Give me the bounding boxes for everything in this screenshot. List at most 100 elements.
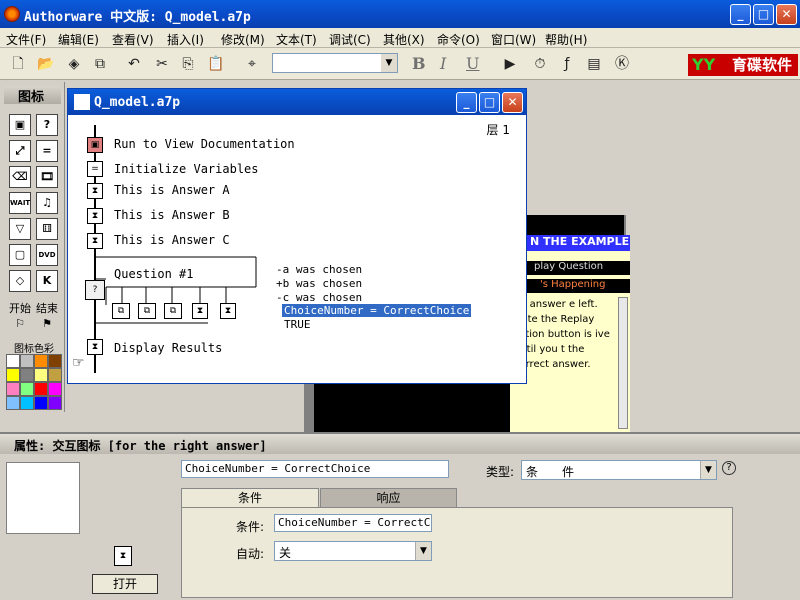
menu-insert[interactable]: 插入(I) xyxy=(167,31,204,48)
menu-edit[interactable]: 编辑(E) xyxy=(58,31,99,48)
undo-icon[interactable]: ↶ xyxy=(124,54,144,74)
video-icon[interactable]: ⚅ xyxy=(36,218,58,240)
replay-question-button[interactable]: play Question xyxy=(510,261,630,275)
flowline-maximize-button[interactable]: □ xyxy=(479,92,500,113)
display-icon[interactable]: ▣ xyxy=(9,114,31,136)
response-map-node[interactable]: ⧉ xyxy=(112,303,130,319)
underline-button[interactable]: U xyxy=(466,54,479,73)
color-swatch[interactable] xyxy=(20,354,34,368)
properties-title[interactable]: 属性: 交互图标 [for the right answer] xyxy=(0,434,800,454)
map-node[interactable]: ⧗ xyxy=(87,339,103,355)
calculation-node[interactable]: = xyxy=(87,161,103,177)
color-swatch[interactable] xyxy=(6,368,20,382)
chevron-down-icon[interactable]: ▼ xyxy=(700,461,716,479)
knowledge-object-icon[interactable]: K xyxy=(36,270,58,292)
color-swatch[interactable] xyxy=(34,382,48,396)
menu-window[interactable]: 窗口(W) xyxy=(491,31,536,48)
wait-icon[interactable]: WAIT xyxy=(9,192,31,214)
presentation-scrollbar[interactable] xyxy=(618,297,628,429)
app-title: Authorware 中文版: Q_model.a7p xyxy=(24,10,251,25)
color-swatch[interactable] xyxy=(6,382,20,396)
menu-command[interactable]: 命令(O) xyxy=(437,31,480,48)
find-icon[interactable]: ⌖ xyxy=(242,54,262,74)
layer-indicator: 层 1 xyxy=(486,123,510,137)
restart-icon[interactable]: ⏱ xyxy=(530,54,550,74)
motion-icon[interactable]: ⤢ xyxy=(9,140,31,162)
response-type-value: 条 件 xyxy=(526,465,575,479)
cut-icon[interactable]: ✂ xyxy=(152,54,172,74)
map-node[interactable]: ⧗ xyxy=(87,183,103,199)
color-swatch[interactable] xyxy=(6,396,20,410)
color-swatch[interactable] xyxy=(48,396,62,410)
node-label: This is Answer B xyxy=(114,208,230,222)
flowline-close-button[interactable]: ✕ xyxy=(502,92,523,113)
decision-icon[interactable]: ◇ xyxy=(9,270,31,292)
condition-field[interactable]: ChoiceNumber = CorrectChoi xyxy=(274,514,432,532)
menu-file[interactable]: 文件(F) xyxy=(6,31,46,48)
interaction-icon[interactable]: ? xyxy=(36,114,58,136)
response-map-node[interactable]: ⧗ xyxy=(220,303,236,319)
response-type-select[interactable]: 条 件 ▼ xyxy=(521,460,717,480)
flowline-canvas[interactable]: 层 1 ▣ Run to View Documentation = Initia… xyxy=(68,115,526,383)
new-icon[interactable]: 🗋 xyxy=(8,54,28,74)
color-swatch[interactable] xyxy=(20,368,34,382)
navigate-icon[interactable]: ▽ xyxy=(9,218,31,240)
calculation-icon[interactable]: = xyxy=(36,140,58,162)
sound-icon[interactable]: ♫ xyxy=(36,192,58,214)
color-swatch[interactable] xyxy=(48,382,62,396)
color-swatch[interactable] xyxy=(34,354,48,368)
help-icon[interactable]: ? xyxy=(722,461,736,475)
chevron-down-icon[interactable]: ▼ xyxy=(381,54,397,72)
variables-icon[interactable]: ▤ xyxy=(584,54,604,74)
movie-icon[interactable]: 🎞 xyxy=(36,166,58,188)
response-name-field[interactable]: ChoiceNumber = CorrectChoice xyxy=(181,460,449,478)
auto-select[interactable]: 关 ▼ xyxy=(274,541,432,561)
framework-icon[interactable]: ▢ xyxy=(9,244,31,266)
italic-button[interactable]: I xyxy=(440,54,446,73)
map-node[interactable]: ⧗ xyxy=(87,233,103,249)
flowline-minimize-button[interactable]: _ xyxy=(456,92,477,113)
import-icon[interactable]: ⧉ xyxy=(90,54,110,74)
open-button[interactable]: 打开 xyxy=(92,574,158,594)
menu-modify[interactable]: 修改(M) xyxy=(221,31,265,48)
dvd-icon[interactable]: DVD xyxy=(36,244,58,266)
menu-other[interactable]: 其他(X) xyxy=(383,31,425,48)
minimize-button[interactable]: _ xyxy=(730,4,751,25)
play-icon[interactable]: ▶ xyxy=(500,54,520,74)
open-icon[interactable]: 📂 xyxy=(36,54,56,74)
close-button[interactable]: ✕ xyxy=(776,4,797,25)
color-swatch[interactable] xyxy=(20,396,34,410)
font-style-combo[interactable]: ▼ xyxy=(272,53,398,73)
color-swatch[interactable] xyxy=(6,354,20,368)
response-map-node[interactable]: ⧉ xyxy=(138,303,156,319)
response-label-selected[interactable]: ChoiceNumber = CorrectChoice xyxy=(282,304,472,317)
color-swatch[interactable] xyxy=(48,368,62,382)
start-flag-icon[interactable]: ⚐ xyxy=(9,314,31,336)
save-all-icon[interactable]: ◈ xyxy=(64,54,84,74)
color-swatch[interactable] xyxy=(34,396,48,410)
paste-icon[interactable]: 📋 xyxy=(206,54,226,74)
response-map-node-selected[interactable]: ⧗ xyxy=(192,303,208,319)
color-swatch[interactable] xyxy=(34,368,48,382)
menu-view[interactable]: 查看(V) xyxy=(112,31,154,48)
flowline-title: Q_model.a7p xyxy=(94,95,181,110)
tab-response[interactable]: 响应 xyxy=(320,488,457,508)
display-node[interactable]: ▣ xyxy=(87,137,103,153)
menu-help[interactable]: 帮助(H) xyxy=(545,31,587,48)
ko-icon[interactable]: Ⓚ xyxy=(612,54,632,74)
authorware-app-icon[interactable] xyxy=(4,6,20,22)
map-node[interactable]: ⧗ xyxy=(87,208,103,224)
erase-icon[interactable]: ⌫ xyxy=(9,166,31,188)
menu-debug[interactable]: 调试(C) xyxy=(329,31,371,48)
response-map-node[interactable]: ⧉ xyxy=(164,303,182,319)
color-swatch[interactable] xyxy=(20,382,34,396)
bold-button[interactable]: B xyxy=(412,54,426,73)
chevron-down-icon[interactable]: ▼ xyxy=(415,542,431,560)
menu-text[interactable]: 文本(T) xyxy=(276,31,317,48)
tab-condition[interactable]: 条件 xyxy=(181,488,319,508)
functions-icon[interactable]: ƒ xyxy=(557,54,577,74)
color-swatch[interactable] xyxy=(48,354,62,368)
copy-icon[interactable]: ⎘ xyxy=(178,54,198,74)
end-flag-icon[interactable]: ⚑ xyxy=(36,314,58,336)
maximize-button[interactable]: □ xyxy=(753,4,774,25)
